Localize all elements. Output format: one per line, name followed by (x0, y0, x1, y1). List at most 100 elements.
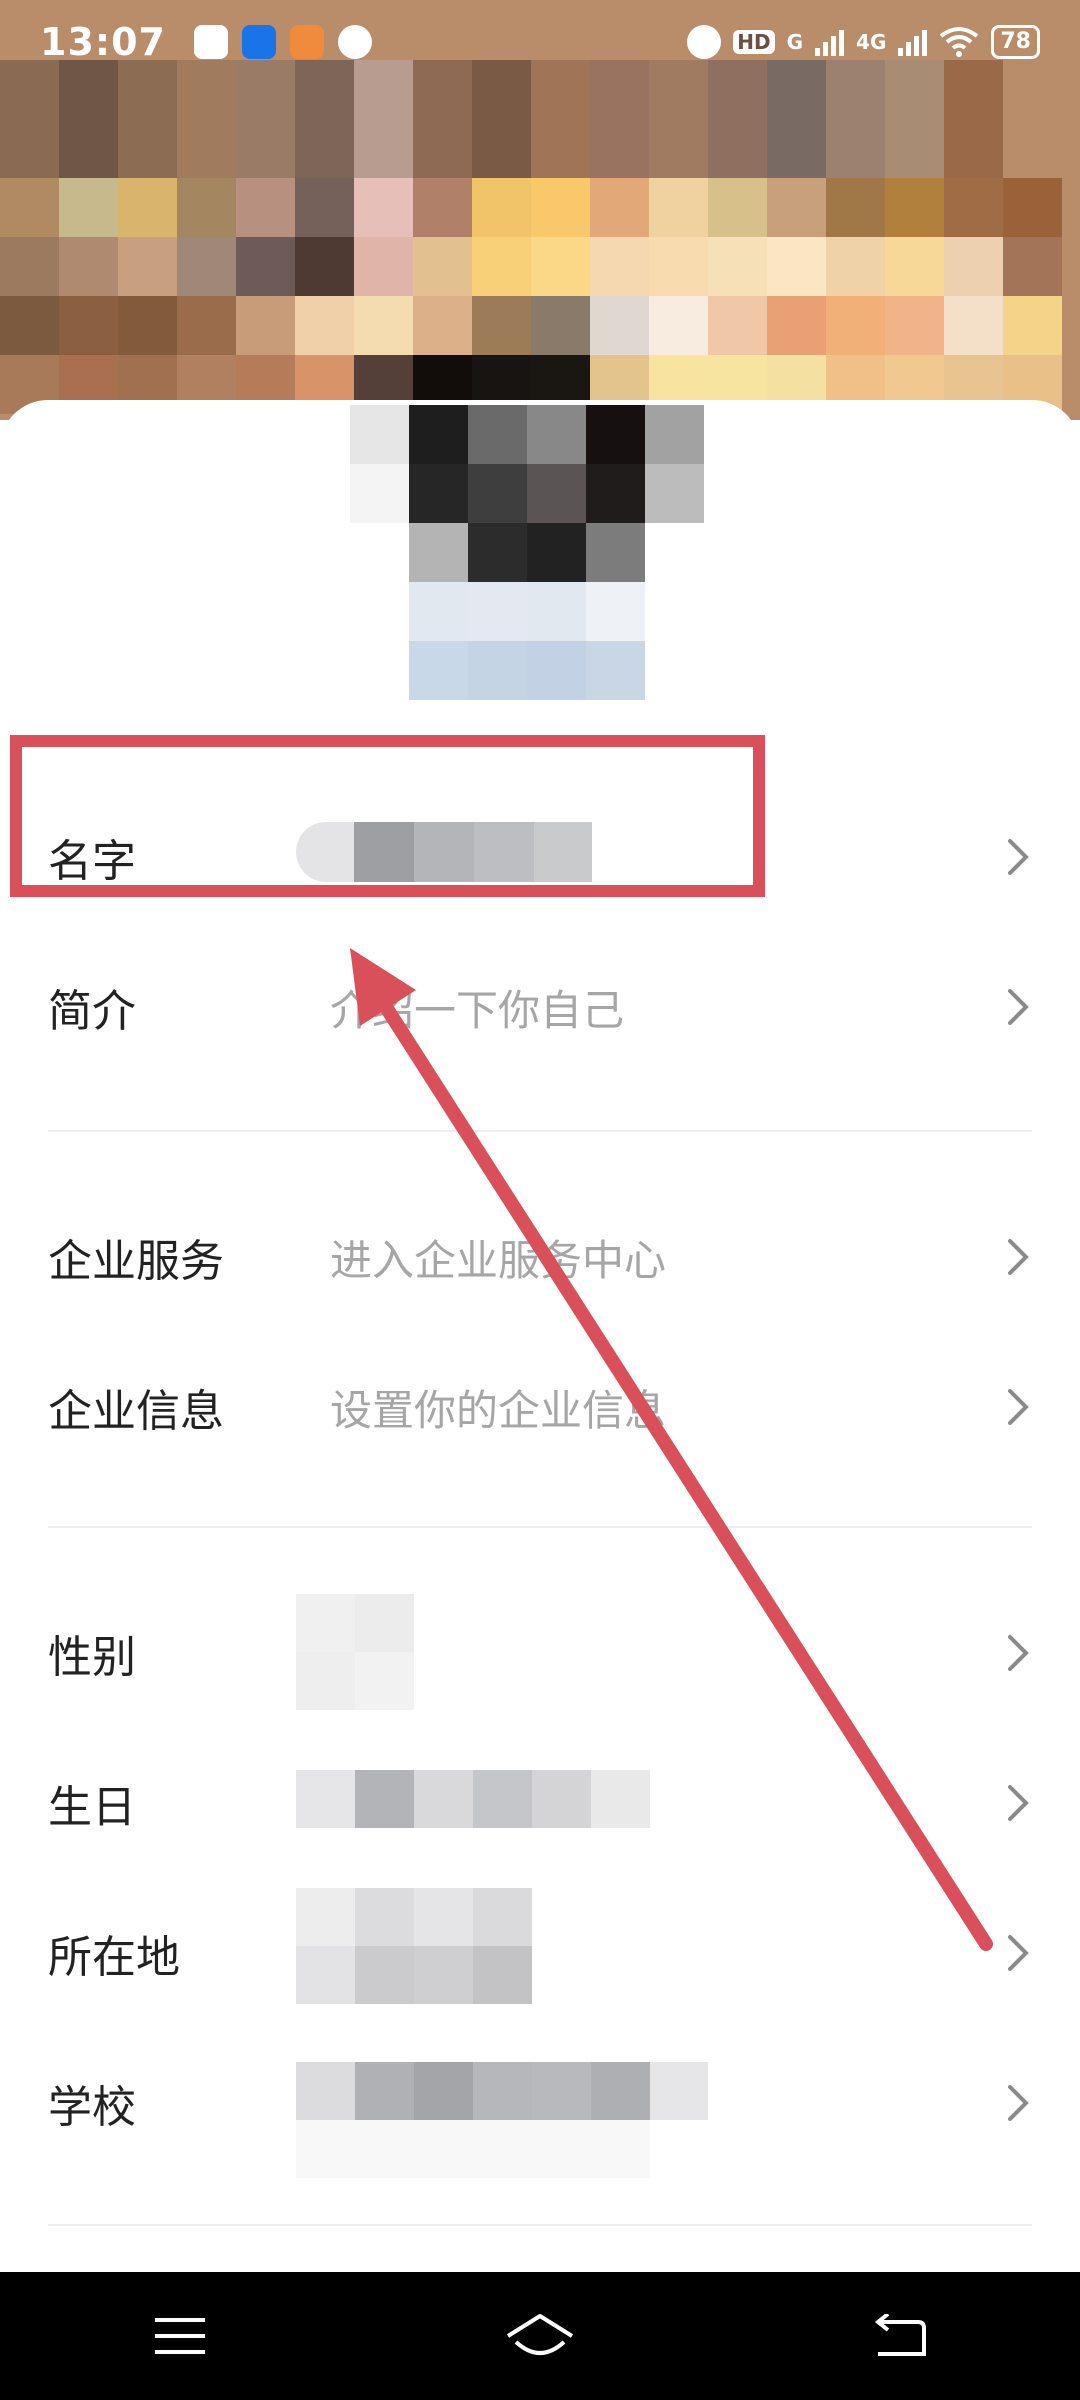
notification-icons (193, 25, 372, 59)
avatar-pixel (350, 405, 409, 464)
avatar-pixel (468, 523, 527, 582)
row-location-label: 所在地 (48, 1932, 180, 1983)
row-bio[interactable]: 简介 介绍一下你自己 (0, 932, 1080, 1082)
avatar[interactable] (350, 405, 710, 710)
row-enterprise-service-label: 企业服务 (48, 1236, 224, 1287)
chevron-right-icon (1008, 989, 1029, 1025)
cover-pixel (236, 237, 295, 296)
avatar-pixel (468, 582, 527, 641)
cover-pixel (413, 237, 472, 296)
cover-pixel (767, 296, 826, 355)
cover-pixel (1003, 237, 1062, 296)
app-notification-icon (337, 25, 372, 59)
cover-pixel (354, 296, 413, 355)
row-enterprise-info[interactable]: 企业信息 设置你的企业信息 (0, 1332, 1080, 1482)
avatar-pixel (350, 464, 409, 523)
avatar-pixel (645, 582, 704, 641)
row-gender[interactable]: 性别 (0, 1578, 1080, 1728)
cover-pixel (531, 178, 590, 237)
cover-pixel (472, 237, 531, 296)
row-enterprise-service[interactable]: 企业服务 进入企业服务中心 (0, 1182, 1080, 1332)
back-icon (874, 2314, 926, 2356)
cover-pixel (826, 178, 885, 237)
status-bar: 13:07 HD G 4G 78 (0, 0, 1080, 84)
cover-pixel (531, 237, 590, 296)
g-indicator: G (786, 30, 804, 54)
avatar-pixel (527, 641, 586, 700)
row-enterprise-service-value: 进入企业服务中心 (330, 1235, 667, 1285)
cover-pixel (236, 296, 295, 355)
app-notification-icon (289, 25, 324, 59)
avatar-pixel (409, 641, 468, 700)
cover-pixel (885, 178, 944, 237)
row-location[interactable]: 所在地 (0, 1878, 1080, 2028)
status-indicators: HD G 4G 78 (687, 25, 1040, 59)
network-type: 4G (856, 30, 887, 54)
row-bio-value: 介绍一下你自己 (330, 985, 625, 1035)
hd-indicator: HD (733, 30, 775, 54)
cover-pixel (295, 237, 354, 296)
cover-pixel (767, 237, 826, 296)
cover-pixel (59, 178, 118, 237)
cover-pixel (708, 237, 767, 296)
cover-pixel (413, 178, 472, 237)
avatar-pixel (586, 405, 645, 464)
alarm-icon (687, 25, 722, 59)
section-divider (48, 1130, 1032, 1132)
avatar-pixel (645, 405, 704, 464)
avatar-pixel (409, 405, 468, 464)
section-divider (48, 1526, 1032, 1528)
battery-indicator: 78 (991, 25, 1040, 59)
section-divider (48, 2224, 1032, 2226)
row-birthday-label: 生日 (48, 1782, 136, 1833)
cover-pixel (118, 237, 177, 296)
cover-pixel (944, 237, 1003, 296)
cover-pixel (472, 296, 531, 355)
cover-pixel (59, 296, 118, 355)
cover-pixel (767, 178, 826, 237)
cover-pixel (944, 178, 1003, 237)
avatar-pixel (586, 464, 645, 523)
cover-pixel (649, 237, 708, 296)
signal-icon (898, 28, 928, 56)
cover-pixel (885, 296, 944, 355)
school-value-blurred (296, 2062, 708, 2178)
avatar-pixel (527, 523, 586, 582)
avatar-pixel (468, 641, 527, 700)
avatar-pixel (409, 523, 468, 582)
home-button[interactable] (480, 2286, 600, 2386)
cover-pixel (236, 178, 295, 237)
avatar-pixel (409, 582, 468, 641)
chevron-right-icon (1008, 1239, 1029, 1275)
chevron-right-icon (1008, 1389, 1029, 1425)
cover-pixel (0, 237, 59, 296)
row-enterprise-info-value: 设置你的企业信息 (330, 1385, 667, 1435)
location-value-blurred (296, 1888, 532, 2004)
avatar-pixel (350, 523, 409, 582)
avatar-pixel (527, 405, 586, 464)
avatar-pixel (409, 464, 468, 523)
cover-pixel (0, 178, 59, 237)
row-school[interactable]: 学校 (0, 2028, 1080, 2178)
avatar-pixel (350, 582, 409, 641)
cover-pixel (708, 178, 767, 237)
annotation-highlight-box (10, 735, 765, 897)
app-notification-icon (193, 25, 228, 59)
cover-pixel (708, 296, 767, 355)
home-icon (506, 2314, 574, 2355)
back-button[interactable] (840, 2286, 960, 2386)
cover-pixel (354, 237, 413, 296)
row-birthday[interactable]: 生日 (0, 1728, 1080, 1878)
menu-button[interactable] (120, 2286, 240, 2386)
avatar-pixel (350, 641, 409, 700)
app-notification-icon (241, 25, 276, 59)
cover-pixel (826, 237, 885, 296)
avatar-pixel (527, 464, 586, 523)
cover-pixel (1003, 178, 1062, 237)
cover-pixel (177, 237, 236, 296)
chevron-right-icon (1008, 2085, 1029, 2121)
chevron-right-icon (1008, 1635, 1029, 1671)
cover-pixel (472, 178, 531, 237)
cover-pixel (944, 296, 1003, 355)
cover-pixel (590, 178, 649, 237)
